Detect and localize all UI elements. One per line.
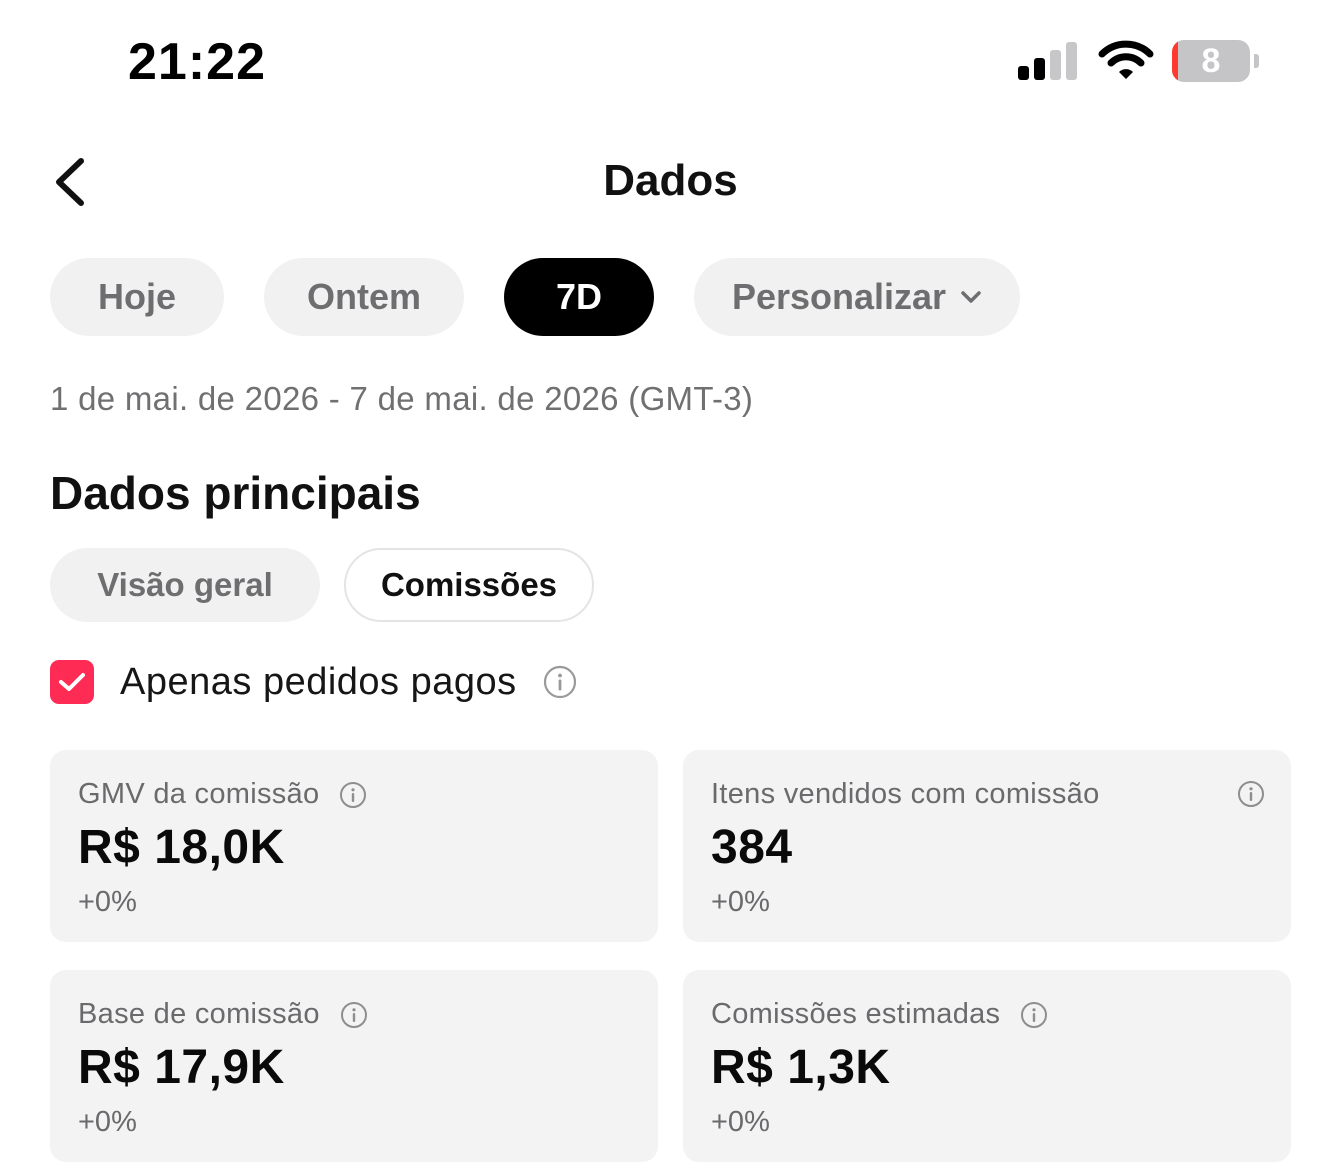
status-icons: 8 bbox=[1016, 40, 1266, 86]
period-pill-yesterday[interactable]: Ontem bbox=[264, 258, 464, 336]
chevron-down-icon bbox=[960, 290, 982, 304]
metric-change: +0% bbox=[78, 886, 137, 918]
data-screen: 21:22 8 Dados Hoje Ontem 7D Personalizar… bbox=[0, 0, 1341, 1173]
period-pill-label: 7D bbox=[555, 276, 603, 317]
wifi-icon bbox=[1098, 40, 1154, 79]
period-pill-custom[interactable]: Personalizar bbox=[694, 258, 1020, 336]
metric-label-row: Comissões estimadas bbox=[711, 998, 1048, 1031]
tab-label: Comissões bbox=[380, 566, 558, 603]
battery-level: 8 bbox=[1201, 42, 1221, 80]
period-pill-label: Personalizar bbox=[731, 276, 947, 317]
metric-label: Comissões estimadas bbox=[711, 998, 1001, 1030]
metric-value: R$ 17,9K bbox=[78, 1041, 285, 1094]
paid-only-label: Apenas pedidos pagos bbox=[120, 660, 517, 703]
metric-label: Itens vendidos com comissão bbox=[711, 778, 1100, 810]
period-pill-label: Ontem bbox=[306, 276, 421, 317]
metric-card-items-sold[interactable]: Itens vendidos com comissão 384 +0% bbox=[683, 750, 1291, 942]
paid-only-checkbox[interactable] bbox=[50, 660, 94, 704]
info-icon[interactable] bbox=[1237, 780, 1265, 808]
check-icon bbox=[59, 673, 85, 691]
metric-card-commission-base[interactable]: Base de comissão R$ 17,9K +0% bbox=[50, 970, 658, 1162]
info-icon[interactable] bbox=[1020, 1001, 1048, 1029]
metric-label-row: Itens vendidos com comissão bbox=[711, 778, 1100, 811]
metric-label-row: GMV da comissão bbox=[78, 778, 367, 811]
info-icon[interactable] bbox=[340, 1001, 368, 1029]
metric-change: +0% bbox=[711, 1106, 770, 1138]
page-title: Dados bbox=[603, 156, 738, 205]
info-icon[interactable] bbox=[543, 665, 577, 699]
metric-label-row: Base de comissão bbox=[78, 998, 368, 1031]
battery-icon: 8 bbox=[1172, 40, 1250, 82]
metric-change: +0% bbox=[711, 886, 770, 918]
section-title: Dados principais bbox=[50, 467, 421, 519]
tab-label: Visão geral bbox=[97, 566, 273, 603]
date-range: 1 de mai. de 2026 - 7 de mai. de 2026 (G… bbox=[50, 380, 754, 417]
tab-commissions[interactable]: Comissões bbox=[344, 548, 594, 622]
metric-value: 384 bbox=[711, 821, 793, 874]
metric-change: +0% bbox=[78, 1106, 137, 1138]
metric-label: Base de comissão bbox=[78, 998, 320, 1030]
period-pill-label: Hoje bbox=[97, 276, 176, 317]
metric-label: GMV da comissão bbox=[78, 778, 320, 810]
cellular-signal-icon bbox=[1018, 42, 1077, 80]
metric-value: R$ 1,3K bbox=[711, 1041, 891, 1094]
period-pill-7d[interactable]: 7D bbox=[504, 258, 654, 336]
period-pill-today[interactable]: Hoje bbox=[50, 258, 224, 336]
battery-cap bbox=[1254, 54, 1259, 68]
status-time: 21:22 bbox=[128, 33, 266, 91]
paid-only-row: Apenas pedidos pagos bbox=[50, 656, 577, 708]
metric-card-estimated-commissions[interactable]: Comissões estimadas R$ 1,3K +0% bbox=[683, 970, 1291, 1162]
metric-value: R$ 18,0K bbox=[78, 821, 285, 874]
tab-overview[interactable]: Visão geral bbox=[50, 548, 320, 622]
info-icon[interactable] bbox=[339, 781, 367, 809]
metric-card-commission-gmv[interactable]: GMV da comissão R$ 18,0K +0% bbox=[50, 750, 658, 942]
